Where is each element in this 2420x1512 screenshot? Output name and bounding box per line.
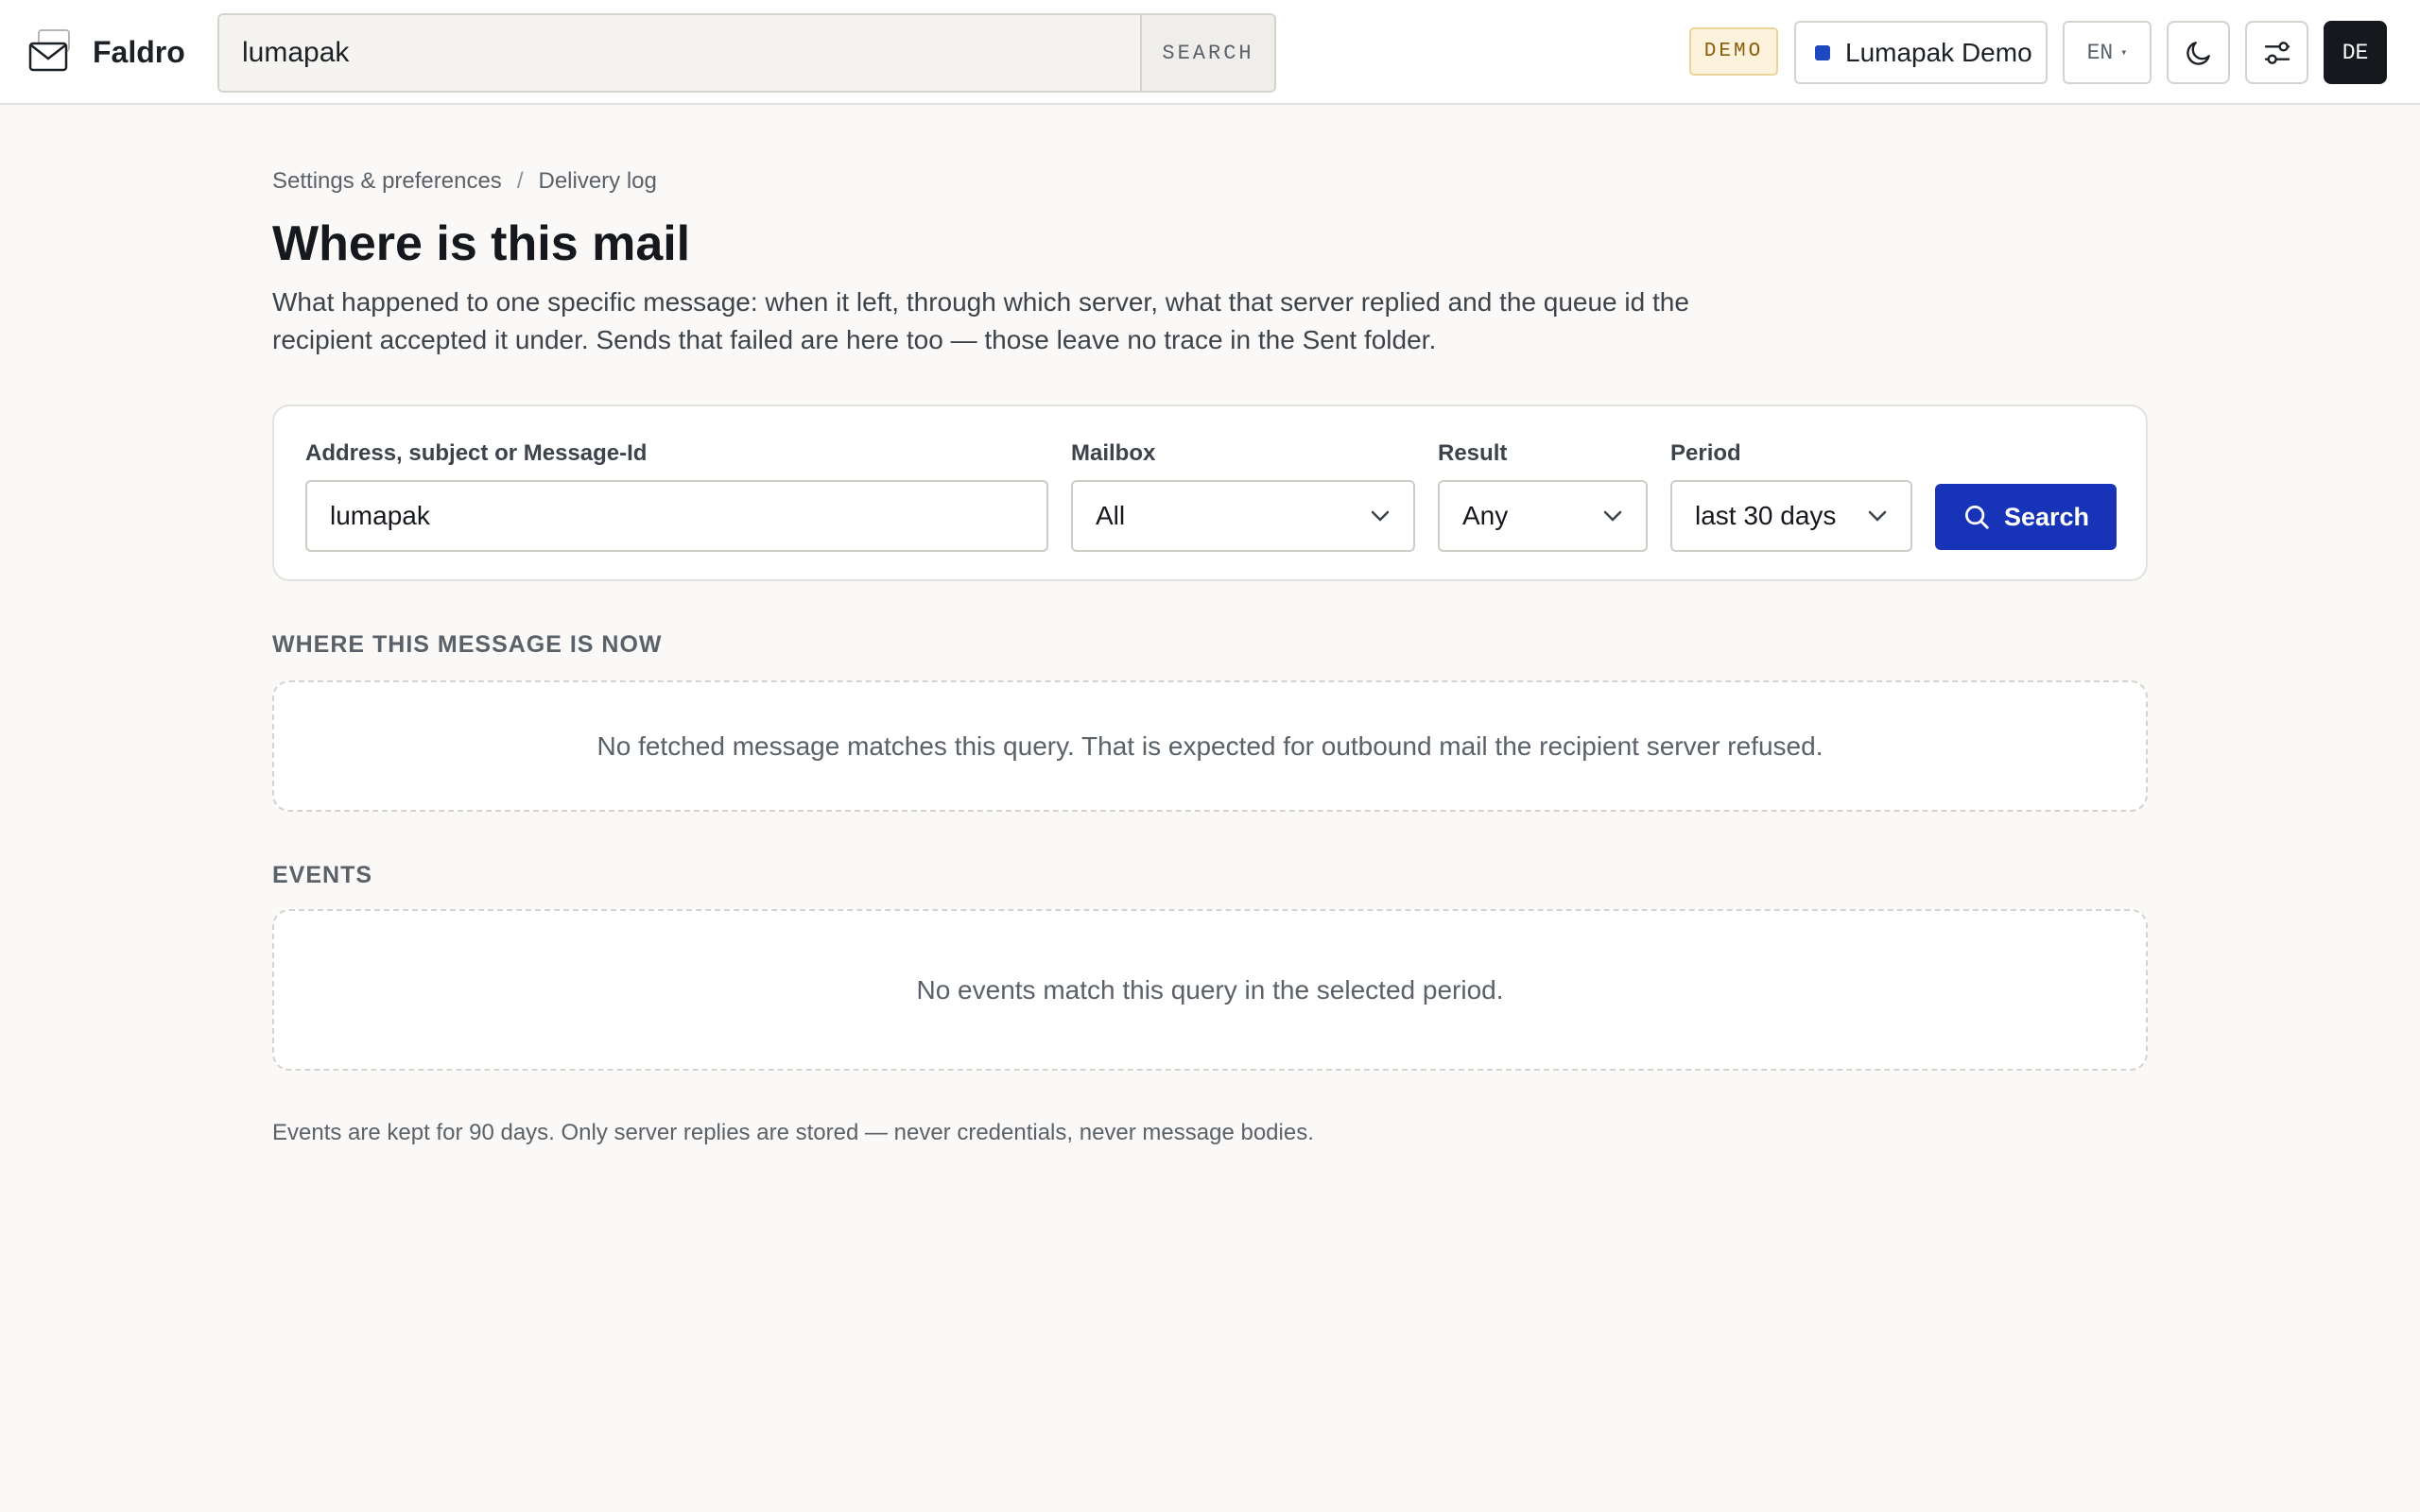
mailbox-value: All — [1096, 501, 1126, 530]
global-search-button[interactable]: SEARCH — [1140, 15, 1274, 91]
mailbox-select[interactable]: All — [1071, 480, 1415, 552]
global-search: SEARCH — [217, 13, 1276, 93]
language-code: EN — [2086, 40, 2114, 65]
chevron-down-icon — [1603, 510, 1622, 522]
demo-badge: DEMO — [1689, 27, 1778, 76]
page-description: What happened to one specific message: w… — [272, 287, 1689, 354]
search-button[interactable]: Search — [1935, 484, 2117, 550]
location-empty-state: No fetched message matches this query. T… — [272, 680, 2148, 812]
events-empty-text: No events match this query in the select… — [916, 974, 1504, 1005]
page-title: Where is this mail — [272, 216, 691, 271]
location-empty-text: No fetched message matches this query. T… — [596, 730, 1824, 761]
chevron-down-icon — [1868, 510, 1887, 522]
chevron-down-icon — [1371, 510, 1390, 522]
sliders-icon — [2264, 41, 2290, 64]
result-value: Any — [1462, 501, 1509, 530]
breadcrumb-item-delivery-log: Delivery log — [538, 168, 657, 194]
mailbox-label: Mailbox — [1071, 440, 1156, 466]
breadcrumb: Settings & preferences / Delivery log — [272, 168, 657, 195]
query-label: Address, subject or Message-Id — [305, 440, 648, 466]
period-select[interactable]: last 30 days — [1670, 480, 1912, 552]
language-switcher[interactable]: EN ▾ — [2063, 21, 2152, 84]
breadcrumb-item-settings[interactable]: Settings & preferences — [272, 168, 502, 195]
brand[interactable]: Faldro — [27, 27, 185, 77]
settings-button[interactable] — [2245, 21, 2308, 84]
period-value: last 30 days — [1695, 501, 1837, 530]
top-bar: Faldro SEARCH DEMO Lumapak Demo EN ▾ DE — [0, 0, 2420, 105]
filter-card: Address, subject or Message-Id lumapak M… — [272, 404, 2148, 581]
global-search-input[interactable] — [219, 15, 1142, 91]
moon-icon — [2186, 41, 2210, 65]
org-switcher[interactable]: Lumapak Demo — [1794, 21, 2048, 84]
period-label: Period — [1670, 440, 1741, 466]
breadcrumb-separator: / — [516, 168, 524, 194]
location-heading: WHERE THIS MESSAGE IS NOW — [272, 631, 663, 658]
search-button-label: Search — [2003, 502, 2090, 531]
query-value: lumapak — [330, 501, 430, 530]
org-color-dot — [1815, 44, 1830, 60]
query-input[interactable]: lumapak — [305, 480, 1048, 552]
events-heading: EVENTS — [272, 862, 373, 888]
result-select[interactable]: Any — [1438, 480, 1648, 552]
search-icon — [1964, 506, 1989, 529]
org-name: Lumapak Demo — [1845, 37, 2032, 67]
brand-name: Faldro — [93, 34, 185, 69]
theme-toggle-button[interactable] — [2167, 21, 2230, 84]
events-empty-state: No events match this query in the select… — [272, 909, 2148, 1071]
retention-note: Events are kept for 90 days. Only server… — [272, 1120, 1314, 1145]
result-label: Result — [1438, 440, 1508, 466]
caret-down-icon: ▾ — [2120, 46, 2128, 60]
mail-envelope-icon — [28, 29, 70, 72]
avatar[interactable]: DE — [2324, 21, 2387, 84]
